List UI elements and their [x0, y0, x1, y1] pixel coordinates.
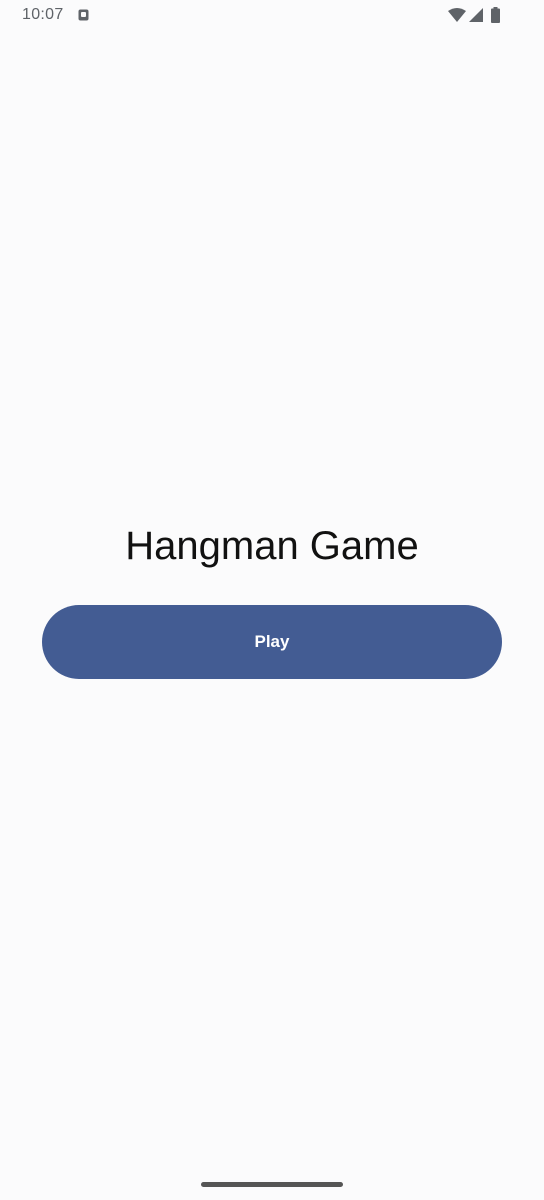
signal-icon: [469, 8, 483, 22]
play-button[interactable]: Play: [42, 605, 502, 679]
status-icons: [448, 7, 508, 25]
page-title: Hangman Game: [125, 524, 419, 568]
status-time: 10:07: [22, 6, 64, 23]
wifi-icon: [448, 8, 466, 22]
status-bar: 10:07: [0, 0, 544, 32]
battery-icon: [491, 7, 500, 23]
home-indicator[interactable]: [201, 1182, 343, 1187]
notification-icon: [78, 9, 89, 21]
